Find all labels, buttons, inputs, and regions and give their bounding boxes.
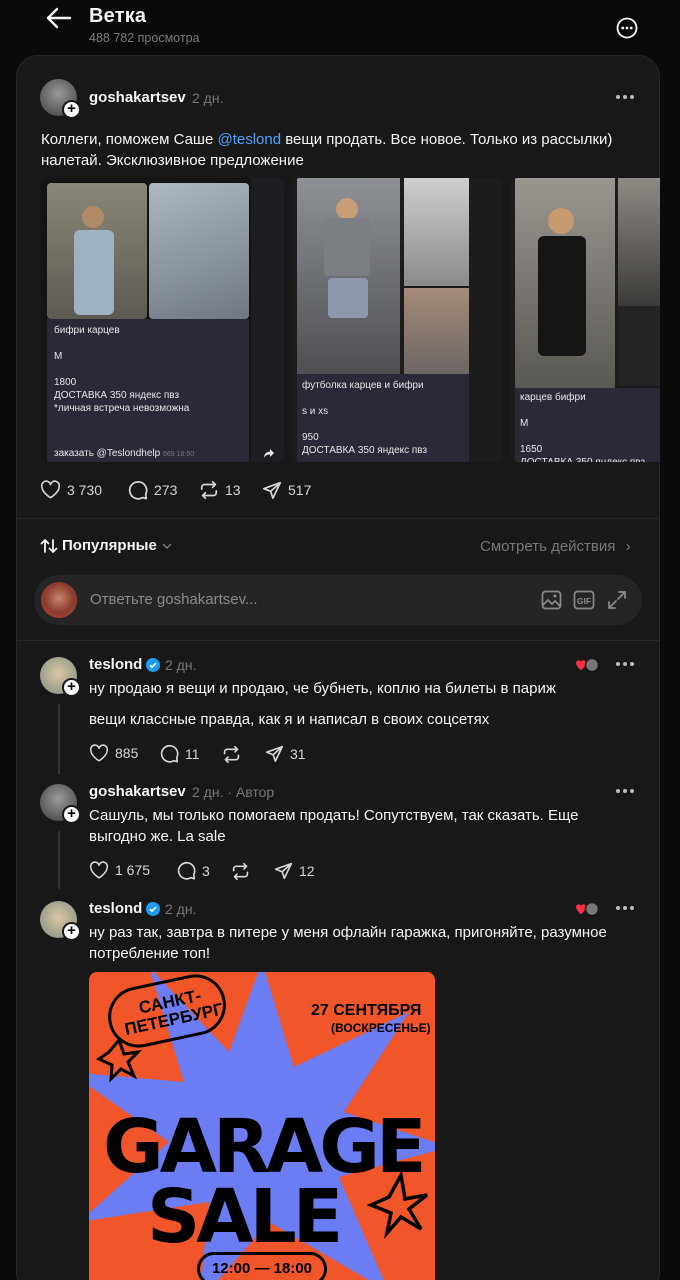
reply-placeholder[interactable]: Ответьте goshakartsev... (90, 591, 258, 608)
comment-icon (128, 481, 148, 500)
more-options-icon[interactable] (616, 17, 638, 39)
comment-text: ну продаю я вещи и продаю, че бубнеть, к… (89, 680, 556, 697)
divider (17, 640, 659, 641)
person-head (82, 206, 104, 228)
sort-dropdown[interactable]: Популярные (40, 537, 173, 554)
poster-day: (ВОСКРЕСЕНЬЕ) (331, 1021, 431, 1035)
thread-line (58, 704, 60, 774)
share-icon[interactable] (263, 448, 275, 459)
see-activity-link[interactable]: Смотреть действия › (480, 538, 631, 555)
comment-text: потребление топ! (89, 945, 211, 962)
poster-word-garage: GARAGE (103, 1104, 427, 1190)
comment-time: 2 дн. · Автор (192, 784, 275, 800)
view-count: 488 782 просмотра (89, 31, 200, 45)
comment-text: Сашуль, мы только помогаем продать! Сопу… (89, 807, 579, 824)
chevron-right-icon: › (625, 538, 631, 555)
comment-button[interactable]: 3 (177, 861, 210, 880)
photo-1[interactable]: бифри карцев М 1800 ДОСТАВКА 350 яндекс … (41, 178, 284, 462)
gif-icon[interactable]: GIF (573, 590, 595, 610)
poster-hours: 12:00 — 18:00 (197, 1252, 327, 1280)
chevron-down-icon (162, 542, 172, 549)
liked-by-author-icon (576, 657, 600, 673)
comment-more-icon[interactable] (616, 906, 636, 912)
heart-icon (40, 480, 61, 499)
sort-arrows-icon (40, 538, 58, 553)
photo-caption: карцев бифри М 1650 ДОСТАВКА 350 яндекс … (520, 392, 645, 462)
follow-plus-icon[interactable]: + (62, 805, 81, 824)
comment-button[interactable]: 11 (160, 744, 200, 763)
heart-icon (89, 744, 109, 762)
photo-caption: бифри карцев М 1800 ДОСТАВКА 350 яндекс … (54, 325, 190, 414)
photo-2[interactable]: футболка карцев и бифри s и xs 950 ДОСТА… (292, 178, 502, 462)
comment-username[interactable]: goshakartsev (89, 783, 186, 800)
photo-caption: футболка карцев и бифри s и xs 950 ДОСТА… (302, 380, 428, 456)
mention-link[interactable]: @teslond (217, 131, 281, 148)
send-icon (265, 745, 284, 763)
follow-plus-icon[interactable]: + (62, 922, 81, 941)
comment-more-icon[interactable] (616, 662, 636, 668)
post-more-icon[interactable] (616, 95, 636, 101)
repost-icon (200, 480, 218, 500)
comment-username[interactable]: teslond (89, 900, 142, 917)
photo-3[interactable]: карцев бифри М 1650 ДОСТАВКА 350 яндекс … (510, 178, 660, 462)
share-button[interactable]: 12 (274, 861, 315, 880)
comment-text: вещи классные правда, как я и написал в … (89, 711, 490, 728)
comment-icon (160, 744, 179, 763)
verified-badge-icon (146, 658, 160, 672)
verified-badge-icon (146, 902, 160, 916)
post-username[interactable]: goshakartsev (89, 89, 186, 106)
like-button[interactable]: 1 675 (89, 861, 150, 879)
comment-text: выгодно же. La sale (89, 828, 226, 845)
comment-time: 2 дн. (165, 657, 197, 673)
divider (17, 518, 659, 519)
comment-button[interactable]: 273 (128, 480, 177, 500)
poster-date: 27 СЕНТЯБРЯ (311, 1002, 422, 1019)
comment-icon (177, 861, 196, 880)
repost-icon[interactable] (231, 862, 250, 881)
page-title: Ветка (89, 5, 147, 27)
comment-username[interactable]: teslond (89, 656, 142, 673)
follow-plus-icon[interactable]: + (62, 100, 81, 119)
post-text: Коллеги, поможем Саше @teslond вещи прод… (41, 131, 613, 169)
like-button[interactable]: 3 730 (40, 480, 102, 499)
liked-by-author-icon (576, 901, 600, 917)
share-button[interactable]: 31 (265, 744, 306, 763)
garage-sale-poster[interactable]: САНКТ- ПЕТЕРБУРГ 27 СЕНТЯБРЯ (ВОСКРЕСЕНЬ… (89, 972, 435, 1280)
share-button[interactable]: 517 (262, 480, 311, 500)
follow-plus-icon[interactable]: + (62, 678, 81, 697)
my-avatar (41, 582, 77, 618)
thread-line (58, 831, 60, 889)
repost-button[interactable]: 13 (199, 480, 241, 500)
svg-text:GIF: GIF (577, 596, 591, 606)
back-arrow-icon[interactable] (44, 6, 72, 30)
heart-icon (89, 861, 109, 879)
comment-more-icon[interactable] (616, 789, 636, 795)
comment-text: ну раз так, завтра в питере у меня офлай… (89, 924, 607, 941)
image-icon[interactable] (541, 590, 562, 610)
like-button[interactable]: 885 (89, 744, 138, 762)
send-icon (262, 481, 282, 500)
order-link: заказать @Teslondhelp 669 18:50 (54, 448, 195, 459)
shirt-image (149, 183, 249, 319)
comment-time: 2 дн. (165, 901, 197, 917)
expand-icon[interactable] (607, 590, 627, 610)
poster-word-sale: SALE (147, 1174, 343, 1260)
shirt-shape (74, 230, 114, 315)
send-icon (274, 862, 293, 880)
repost-icon[interactable] (222, 745, 241, 764)
photo-carousel[interactable]: бифри карцев М 1800 ДОСТАВКА 350 яндекс … (41, 178, 660, 462)
post-time: 2 дн. (192, 90, 224, 106)
